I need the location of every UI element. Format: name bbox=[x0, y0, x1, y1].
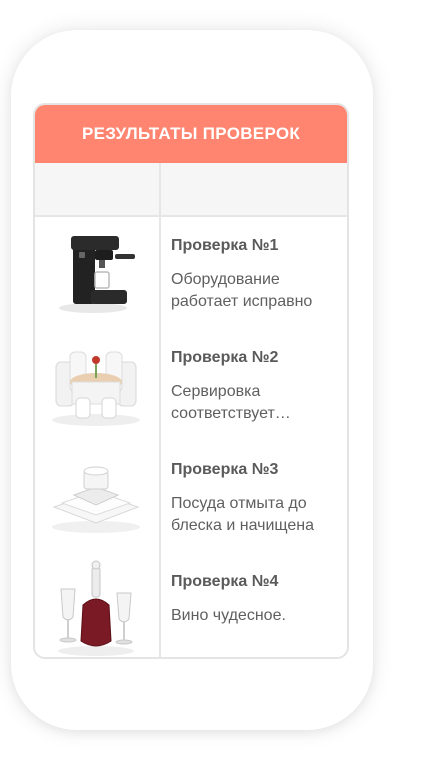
check-title: Проверка №2 bbox=[171, 349, 279, 366]
check-description: Вино чудесное. bbox=[171, 607, 286, 624]
check-row[interactable]: Проверка №4 Вино чудесное. bbox=[35, 553, 347, 657]
table-setting-image bbox=[35, 329, 157, 441]
card-title: РЕЗУЛЬТАТЫ ПРОВЕРОК bbox=[81, 124, 301, 143]
check-results-card: РЕЗУЛЬТАТЫ ПРОВЕРОК Проверка №1 Оборудов… bbox=[33, 103, 349, 659]
check-title: Проверка №4 bbox=[171, 573, 279, 590]
check-row[interactable]: Проверка №1 Оборудование работает исправ… bbox=[35, 217, 347, 329]
check-title: Проверка №3 bbox=[171, 461, 279, 478]
coffee-machine-image bbox=[35, 217, 157, 329]
check-description: Сервировка соответствует правилам bbox=[171, 383, 275, 422]
table-header-cell-image bbox=[35, 163, 161, 215]
check-row[interactable]: Проверка №3 Посуда отмыта до блеска и на… bbox=[35, 441, 347, 553]
wine-decanter-image bbox=[35, 553, 157, 657]
card-header: РЕЗУЛЬТАТЫ ПРОВЕРОК bbox=[35, 105, 347, 163]
check-list: Проверка №1 Оборудование работает исправ… bbox=[35, 217, 347, 657]
check-description: Посуда отмыта до блеска и начищена bbox=[171, 495, 315, 534]
check-description: Оборудование работает исправно bbox=[171, 271, 313, 310]
check-title: Проверка №1 bbox=[171, 237, 279, 254]
dishes-image bbox=[35, 441, 157, 553]
check-row[interactable]: Проверка №2 Сервировка соответствует пра… bbox=[35, 329, 347, 441]
table-header-row bbox=[35, 163, 347, 217]
